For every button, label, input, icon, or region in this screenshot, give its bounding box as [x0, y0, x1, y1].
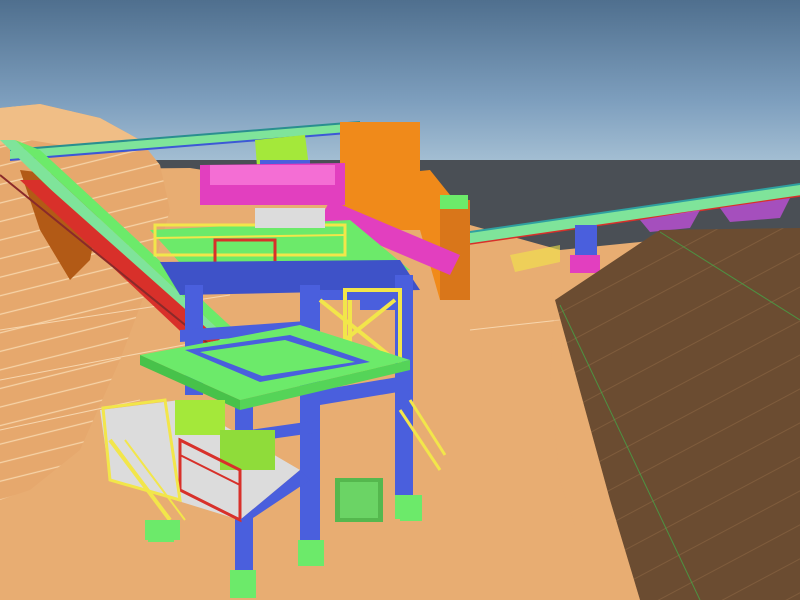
plant-3d-scene — [0, 0, 800, 600]
stockpile — [550, 228, 800, 600]
